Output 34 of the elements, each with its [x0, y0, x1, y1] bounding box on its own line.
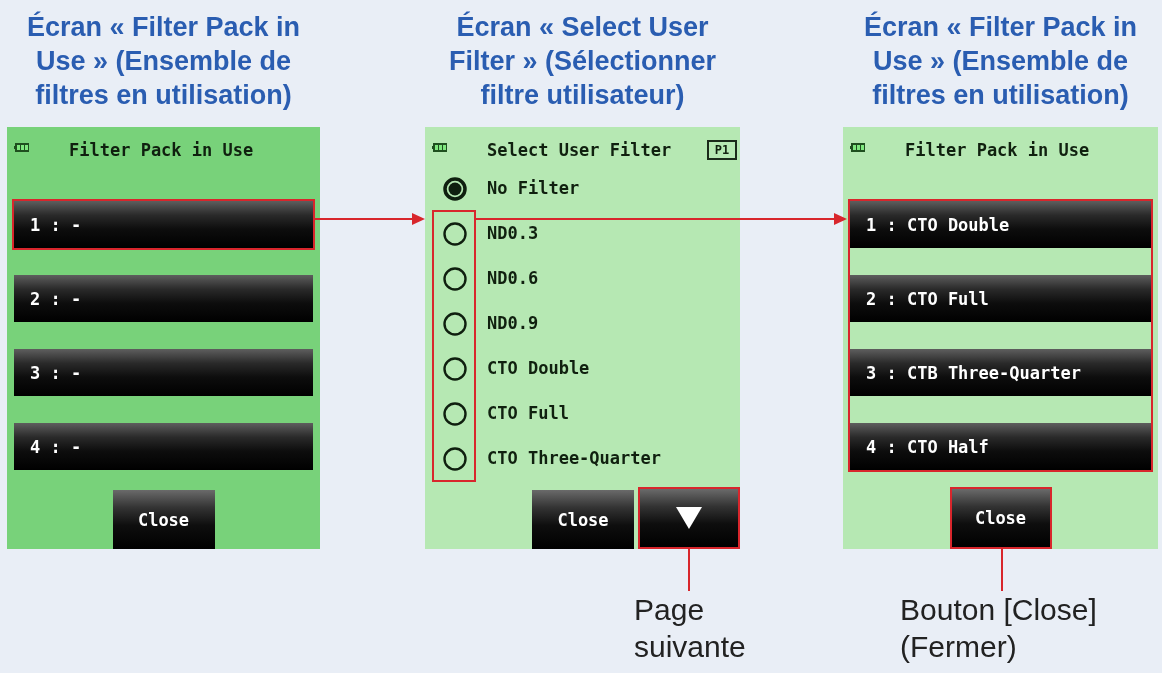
filter-slot-button[interactable]: 2 : CTO Full: [850, 275, 1151, 322]
battery-icon: [432, 143, 447, 152]
triangle-down-icon: [676, 507, 702, 529]
next-page-button[interactable]: [638, 487, 740, 549]
screen-title: Select User Filter: [487, 140, 672, 160]
screen-title: Filter Pack in Use: [69, 140, 254, 160]
screen-caption: Écran « Filter Pack in Use » (Ensemble de filtres en utilisation): [862, 10, 1139, 112]
screen-caption: Écran « Select User Filter » (Sélectionner filtre utilisateur): [447, 10, 718, 112]
filter-option[interactable]: CTO Double: [425, 346, 740, 391]
filter-slot-button[interactable]: 1 : CTO Double: [850, 201, 1151, 248]
battery-icon: [850, 143, 865, 152]
filter-slot-button[interactable]: 2 : -: [14, 275, 313, 322]
battery-icon: [14, 143, 29, 152]
callout-label: Page suivante: [634, 592, 747, 665]
filter-slot-button[interactable]: 4 : CTO Half: [850, 423, 1151, 470]
filter-option[interactable]: ND0.6: [425, 256, 740, 301]
filter-option[interactable]: CTO Full: [425, 391, 740, 436]
screen-title: Filter Pack in Use: [905, 140, 1090, 160]
close-button[interactable]: Close: [112, 490, 215, 549]
page-badge: P1: [707, 140, 737, 160]
close-button[interactable]: Close: [532, 490, 634, 549]
screen-caption: Écran « Filter Pack in Use » (Ensemble de filtres en utilisation): [25, 10, 302, 112]
filter-slot-button[interactable]: 1 : -: [14, 201, 313, 248]
filter-slot-button[interactable]: 4 : -: [14, 423, 313, 470]
filter-option[interactable]: No Filter: [425, 166, 740, 211]
filter-slot-button[interactable]: 3 : CTB Three-Quarter: [850, 349, 1151, 396]
leader-line: [688, 549, 690, 591]
filter-option[interactable]: CTO Three-Quarter: [425, 436, 740, 481]
filter-option[interactable]: ND0.3: [425, 211, 740, 256]
filter-slot-button[interactable]: 3 : -: [14, 349, 313, 396]
leader-line: [1001, 549, 1003, 591]
callout-label: Bouton [Close] (Fermer): [900, 592, 1098, 665]
close-button[interactable]: Close: [949, 487, 1052, 549]
filter-option[interactable]: ND0.9: [425, 301, 740, 346]
